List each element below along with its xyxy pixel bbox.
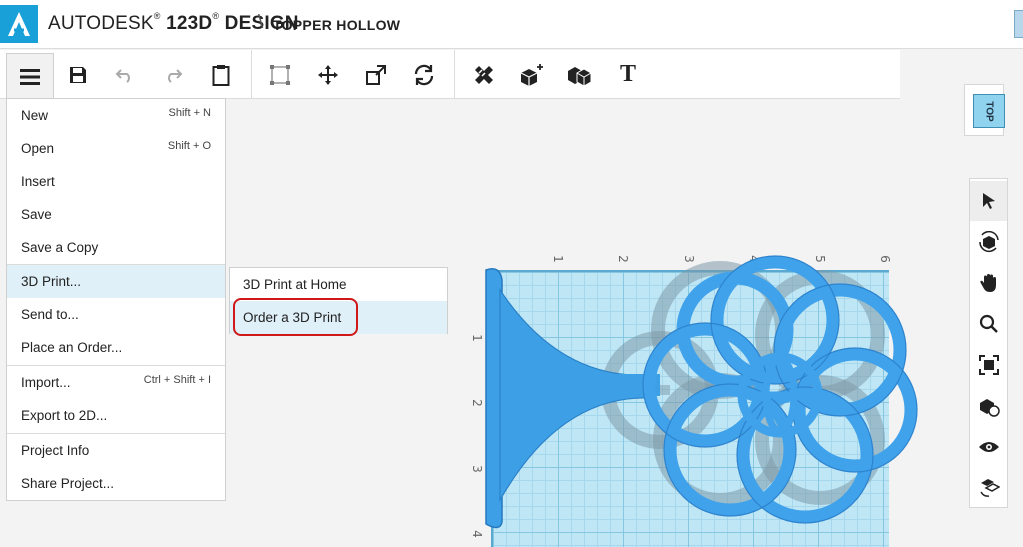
text-button[interactable]: T	[604, 50, 652, 99]
undo-icon	[115, 68, 130, 83]
menu-item-label: Save a Copy	[21, 240, 99, 255]
redo-icon	[168, 68, 183, 83]
move-icon	[318, 64, 338, 85]
menu-item-save-a-copy[interactable]: Save a Copy	[7, 231, 225, 264]
brand-product: 123D	[166, 13, 213, 34]
menu-item-open[interactable]: Open Shift + O	[7, 132, 225, 165]
orbit-button[interactable]	[970, 222, 1007, 262]
pan-button[interactable]	[970, 263, 1007, 303]
menu-item-3d-print[interactable]: 3D Print...	[7, 265, 225, 298]
scale-button[interactable]	[352, 50, 400, 99]
move-button[interactable]	[304, 50, 352, 99]
brand-prefix: AUTODESK	[48, 13, 154, 34]
viewcube[interactable]: TOP	[964, 84, 1005, 136]
hamburger-menu-button[interactable]	[6, 53, 54, 99]
menu-item-label: Send to...	[21, 307, 79, 322]
combine-button[interactable]	[556, 50, 604, 99]
rotate-button[interactable]	[400, 50, 448, 99]
menu-item-shortcut: Ctrl + Shift + I	[143, 374, 211, 386]
title-bar: AUTODESK® 123D® DESIGN \ TOPPER HOLLOW	[0, 0, 1023, 49]
paste-button[interactable]	[197, 50, 245, 99]
fit-icon	[978, 355, 999, 375]
menu-item-label: Export to 2D...	[21, 408, 108, 423]
menu-item-place-an-order[interactable]: Place an Order...	[7, 331, 225, 364]
menu-item-label: Project Info	[21, 443, 90, 458]
menu-item-label: New	[21, 108, 49, 123]
save-button[interactable]	[54, 50, 102, 99]
undo-button[interactable]	[101, 50, 149, 99]
title-separator: \	[258, 12, 264, 33]
menu-item-label: Share Project...	[21, 476, 115, 491]
menu-item-export-to-2d[interactable]: Export to 2D...	[7, 399, 225, 432]
file-menu: New Shift + N Open Shift + O Insert Save…	[6, 98, 226, 501]
project-title: TOPPER HOLLOW	[273, 17, 401, 33]
smart-scale-button[interactable]	[256, 50, 304, 99]
autodesk-logo-icon[interactable]	[0, 5, 38, 43]
scale-icon	[366, 64, 386, 85]
fit-button[interactable]	[970, 345, 1007, 385]
visibility-button[interactable]	[970, 427, 1007, 467]
primitives-icon	[520, 63, 543, 86]
orbit-icon	[978, 231, 999, 253]
rotate-icon	[414, 64, 434, 85]
brand-sup: ®	[212, 11, 220, 21]
submenu-item-label: 3D Print at Home	[243, 277, 347, 292]
snap-icon	[979, 479, 1000, 497]
menu-item-shortcut: Shift + N	[168, 107, 212, 119]
menu-item-shortcut: Shift + O	[167, 140, 211, 152]
select-button[interactable]	[970, 181, 1007, 221]
measure-icon	[475, 65, 493, 84]
window-control-icon[interactable]	[1014, 10, 1023, 38]
text-icon: T	[619, 61, 636, 87]
bounding-box-icon	[270, 64, 290, 85]
menu-item-label: Place an Order...	[21, 340, 123, 355]
zoom-button[interactable]	[970, 304, 1007, 344]
menu-item-project-info[interactable]: Project Info	[7, 434, 225, 467]
material-button[interactable]	[970, 386, 1007, 426]
menu-item-share-project[interactable]: Share Project...	[7, 467, 225, 500]
toolbar-divider	[454, 50, 455, 99]
viewcube-top-face[interactable]: TOP	[973, 94, 1005, 128]
zoom-icon	[979, 314, 998, 333]
menu-item-send-to[interactable]: Send to...	[7, 298, 225, 331]
eye-icon	[978, 442, 999, 452]
red-annotation-outline	[233, 298, 358, 336]
cursor-icon	[982, 193, 995, 209]
redo-button[interactable]	[149, 50, 197, 99]
3d-model-topper[interactable]	[470, 255, 930, 547]
primitives-button[interactable]	[508, 50, 556, 99]
hamburger-icon	[20, 68, 40, 85]
measure-button[interactable]	[460, 50, 508, 99]
menu-item-label: Import...	[21, 375, 71, 390]
app-window: AUTODESK® 123D® DESIGN \ TOPPER HOLLOW T…	[0, 0, 1023, 547]
menu-item-save[interactable]: Save	[7, 198, 225, 231]
snap-button[interactable]	[970, 468, 1007, 508]
clipboard-icon	[212, 64, 230, 86]
material-icon	[979, 399, 1000, 417]
main-toolbar: T	[0, 50, 900, 99]
menu-item-import[interactable]: Import... Ctrl + Shift + I	[7, 366, 225, 399]
menu-item-insert[interactable]: Insert	[7, 165, 225, 198]
hand-icon	[979, 274, 996, 292]
combine-icon	[568, 66, 592, 86]
navigation-toolbar	[969, 178, 1008, 508]
save-icon	[70, 66, 86, 83]
brand-reg: ®	[153, 11, 161, 21]
submenu-item-3d-print-at-home[interactable]: 3D Print at Home	[230, 268, 447, 301]
menu-item-label: Insert	[21, 174, 55, 189]
menu-item-label: 3D Print...	[21, 274, 82, 289]
menu-item-label: Open	[21, 141, 55, 156]
toolbar-divider	[251, 50, 252, 99]
viewcube-label: TOP	[983, 100, 995, 122]
menu-item-label: Save	[21, 207, 52, 222]
menu-item-new[interactable]: New Shift + N	[7, 99, 225, 132]
